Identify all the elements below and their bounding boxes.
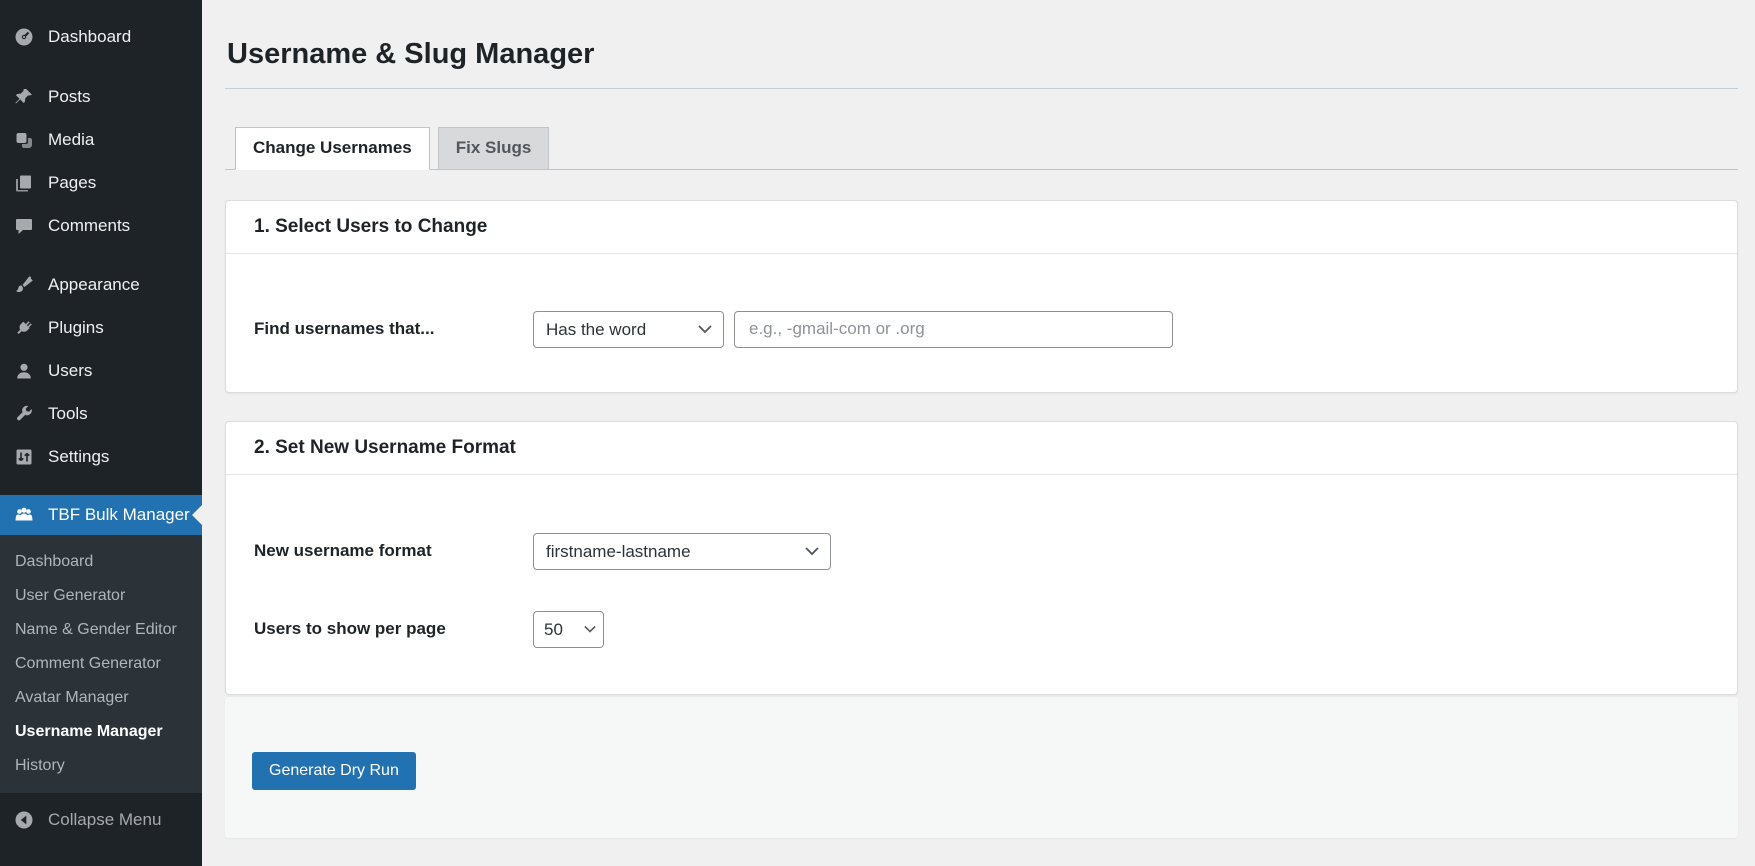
match-type-select[interactable]: Has the word [533,311,724,348]
sidebar-item-label: Plugins [48,318,104,338]
sidebar-item-users[interactable]: Users [0,349,202,392]
search-term-input[interactable] [734,311,1173,348]
section-heading: 1. Select Users to Change [226,201,1737,254]
username-format-section: 2. Set New Username Format New username … [225,421,1738,695]
sidebar-item-label: Posts [48,87,91,107]
sidebar-item-dashboard[interactable]: Dashboard [0,15,202,58]
section-heading: 2. Set New Username Format [226,422,1737,475]
submenu-item-dashboard[interactable]: Dashboard [0,545,202,579]
sidebar-item-label: TBF Bulk Manager [48,505,190,525]
current-menu-arrow-icon [192,505,202,525]
sidebar-item-label: Settings [48,447,109,467]
sidebar-item-comments[interactable]: Comments [0,204,202,247]
tab-label: Fix Slugs [456,138,532,158]
username-format-select-wrap: firstname-lastname [533,533,831,570]
appearance-brush-icon [13,274,35,296]
sidebar-item-label: Tools [48,404,88,424]
per-page-select[interactable]: 50 [533,611,604,648]
submenu-item-history[interactable]: History [0,749,202,783]
sidebar-item-label: Media [48,130,94,150]
sidebar-item-plugins[interactable]: Plugins [0,306,202,349]
per-page-select-wrap: 50 [533,611,604,648]
pushpin-icon [13,86,35,108]
submenu-item-label: Dashboard [15,553,93,571]
groups-icon [13,504,35,526]
collapse-menu-label: Collapse Menu [48,810,161,830]
sidebar-item-tbf-bulk-manager[interactable]: TBF Bulk Manager [0,495,202,535]
media-icon [13,129,35,151]
plugin-icon [13,317,35,339]
submenu-item-user-generator[interactable]: User Generator [0,579,202,613]
username-format-label: New username format [254,541,533,561]
submenu-item-avatar-manager[interactable]: Avatar Manager [0,681,202,715]
sidebar-item-pages[interactable]: Pages [0,161,202,204]
sidebar-item-media[interactable]: Media [0,118,202,161]
tab-fix-slugs[interactable]: Fix Slugs [438,127,550,170]
sidebar-item-label: Appearance [48,275,140,295]
sidebar-item-label: Comments [48,216,130,236]
sidebar-item-label: Dashboard [48,27,131,47]
match-type-select-wrap: Has the word [533,311,724,348]
main-content: Username & Slug Manager Change Usernames… [202,0,1755,866]
sidebar-item-settings[interactable]: Settings [0,435,202,478]
actions-section: Generate Dry Run [225,697,1738,838]
tab-label: Change Usernames [253,138,412,158]
collapse-arrow-icon [13,809,35,831]
username-format-body: New username format firstname-lastname U… [226,475,1737,694]
submenu-item-label: Username Manager [15,723,163,741]
submenu-item-label: History [15,757,65,775]
admin-menu: Dashboard Posts Media Pages Comments [0,0,202,793]
page-title: Username & Slug Manager [227,37,1738,72]
per-page-label: Users to show per page [254,619,533,639]
collapse-menu-button[interactable]: Collapse Menu [0,798,202,842]
sidebar-item-label: Pages [48,173,96,193]
submenu-item-comment-generator[interactable]: Comment Generator [0,647,202,681]
find-usernames-row: Find usernames that... Has the word [254,311,1709,348]
comments-icon [13,215,35,237]
submenu-item-username-manager[interactable]: Username Manager [0,715,202,749]
pages-icon [13,172,35,194]
dashboard-icon [13,26,35,48]
submenu-item-label: Comment Generator [15,655,161,673]
sidebar-item-posts[interactable]: Posts [0,75,202,118]
username-format-select[interactable]: firstname-lastname [533,533,831,570]
find-usernames-label: Find usernames that... [254,319,533,339]
admin-sidebar: Dashboard Posts Media Pages Comments [0,0,202,866]
submenu-item-name-gender-editor[interactable]: Name & Gender Editor [0,613,202,647]
per-page-row: Users to show per page 50 [254,611,1709,648]
submenu-item-label: User Generator [15,587,125,605]
title-divider [225,88,1738,89]
tbf-submenu: Dashboard User Generator Name & Gender E… [0,535,202,793]
settings-icon [13,446,35,468]
sidebar-item-label: Users [48,361,92,381]
user-icon [13,360,35,382]
submenu-item-label: Avatar Manager [15,689,129,707]
username-format-row: New username format firstname-lastname [254,533,1709,570]
generate-dry-run-button[interactable]: Generate Dry Run [252,752,416,790]
select-users-body: Find usernames that... Has the word [226,254,1737,392]
sidebar-item-appearance[interactable]: Appearance [0,263,202,306]
tab-change-usernames[interactable]: Change Usernames [235,127,430,170]
submenu-item-label: Name & Gender Editor [15,621,177,639]
tab-bar: Change Usernames Fix Slugs [225,127,1738,170]
select-users-section: 1. Select Users to Change Find usernames… [225,200,1738,393]
wrench-icon [13,403,35,425]
sidebar-item-tools[interactable]: Tools [0,392,202,435]
